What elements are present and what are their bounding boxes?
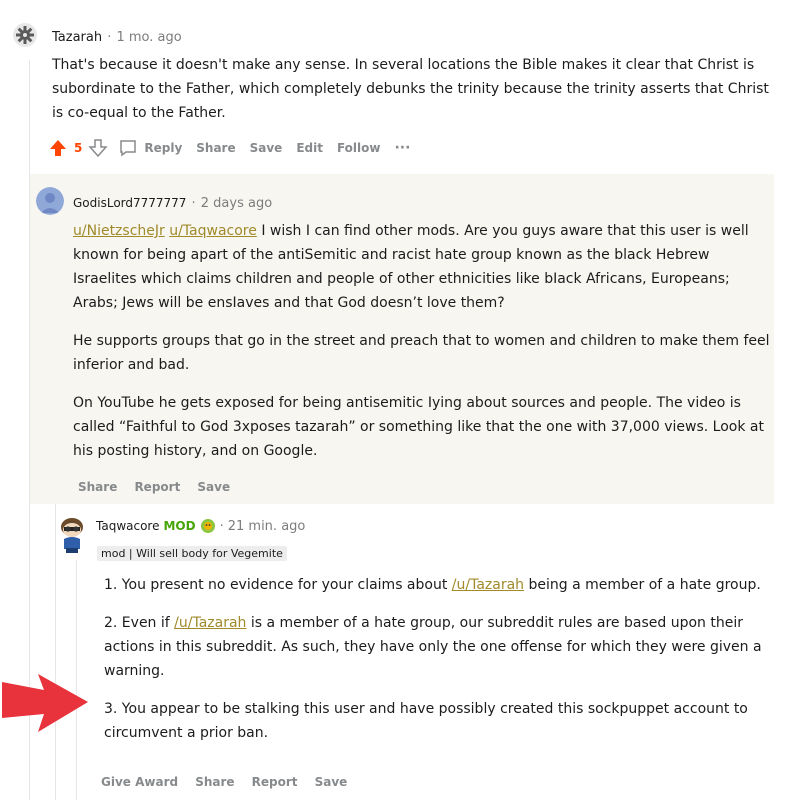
user-flair: mod | Will sell body for Vegemite bbox=[97, 542, 287, 561]
reasons-list: 1. You present no evidence for your clai… bbox=[104, 573, 764, 745]
comment-actions: Share Report Save bbox=[78, 476, 242, 495]
comment-body: 1. You present no evidence for your clai… bbox=[104, 573, 764, 759]
mod-badge: MOD bbox=[163, 519, 196, 533]
comment-author[interactable]: Taqwacore bbox=[96, 519, 159, 533]
paragraph: He supports groups that go in the street… bbox=[73, 333, 770, 373]
comment-actions: 5 Reply Share Save Edit Follow ··· bbox=[48, 136, 410, 160]
save-button[interactable]: Save bbox=[250, 141, 283, 155]
red-arrow-annotation bbox=[0, 668, 92, 738]
comment-header: GodisLord7777777 · 2 days ago bbox=[73, 192, 272, 211]
comment-author[interactable]: GodisLord7777777 bbox=[73, 196, 186, 210]
list-item: 1. You present no evidence for your clai… bbox=[104, 573, 764, 597]
follow-button[interactable]: Follow bbox=[337, 141, 381, 155]
list-item: 2. Even if /u/Tazarah is a member of a h… bbox=[104, 611, 764, 683]
comment-body: u/NietzscheJr u/Taqwacore I wish I can f… bbox=[73, 219, 773, 463]
list-item-text: being a member of a hate group. bbox=[524, 577, 761, 593]
comment-time[interactable]: 21 min. ago bbox=[228, 519, 306, 534]
comment-time[interactable]: 1 mo. ago bbox=[116, 30, 181, 45]
save-button[interactable]: Save bbox=[197, 480, 230, 494]
comment-header: Tazarah · 1 mo. ago bbox=[52, 26, 182, 45]
edit-button[interactable]: Edit bbox=[296, 141, 323, 155]
snoo-avatar-icon bbox=[61, 518, 83, 553]
vote-score: 5 bbox=[74, 141, 83, 155]
speech-bubble-icon bbox=[120, 140, 137, 157]
share-button[interactable]: Share bbox=[196, 141, 235, 155]
user-link[interactable]: /u/Tazarah bbox=[452, 577, 524, 593]
upvote-icon[interactable] bbox=[48, 138, 68, 158]
list-item: 3. You appear to be stalking this user a… bbox=[104, 697, 764, 745]
flair-text: mod | Will sell body for Vegemite bbox=[97, 546, 287, 561]
list-item-text: 1. You present no evidence for your clai… bbox=[104, 577, 452, 593]
avatar[interactable] bbox=[36, 187, 64, 215]
comment-header: Taqwacore MOD · 21 min. ago bbox=[96, 518, 305, 534]
comment-body: That's because it doesn't make any sense… bbox=[52, 57, 769, 121]
avatar[interactable] bbox=[58, 515, 86, 555]
comment-actions: Give Award Share Report Save bbox=[101, 771, 359, 790]
comment-time[interactable]: 2 days ago bbox=[201, 196, 272, 211]
more-options-icon[interactable]: ··· bbox=[394, 140, 410, 156]
reply-label: Reply bbox=[144, 141, 183, 155]
user-mention-link[interactable]: u/Taqwacore bbox=[169, 223, 257, 239]
list-item-text: 2. Even if bbox=[104, 615, 175, 631]
report-button[interactable]: Report bbox=[134, 480, 180, 494]
share-button[interactable]: Share bbox=[195, 775, 234, 789]
arrow-icon bbox=[2, 674, 88, 732]
list-item-text: 3. You appear to be stalking this user a… bbox=[104, 701, 748, 741]
gear-avatar-icon bbox=[13, 23, 37, 47]
share-button[interactable]: Share bbox=[78, 480, 117, 494]
paragraph: On YouTube he gets exposed for being ant… bbox=[73, 395, 764, 459]
separator: · bbox=[219, 518, 224, 534]
avatar[interactable] bbox=[12, 22, 38, 48]
paragraph: u/NietzscheJr u/Taqwacore I wish I can f… bbox=[73, 219, 773, 315]
separator: · bbox=[107, 30, 112, 45]
give-award-button[interactable]: Give Award bbox=[101, 775, 178, 789]
report-button[interactable]: Report bbox=[252, 775, 298, 789]
downvote-icon[interactable] bbox=[88, 138, 109, 158]
reply-button[interactable]: Reply bbox=[118, 138, 182, 158]
save-button[interactable]: Save bbox=[315, 775, 348, 789]
award-icon[interactable] bbox=[200, 518, 216, 534]
user-mention-link[interactable]: u/NietzscheJr bbox=[73, 223, 165, 239]
comment-author[interactable]: Tazarah bbox=[52, 30, 102, 45]
separator: · bbox=[191, 196, 196, 211]
user-avatar-icon bbox=[36, 187, 64, 215]
user-link[interactable]: /u/Tazarah bbox=[174, 615, 246, 631]
